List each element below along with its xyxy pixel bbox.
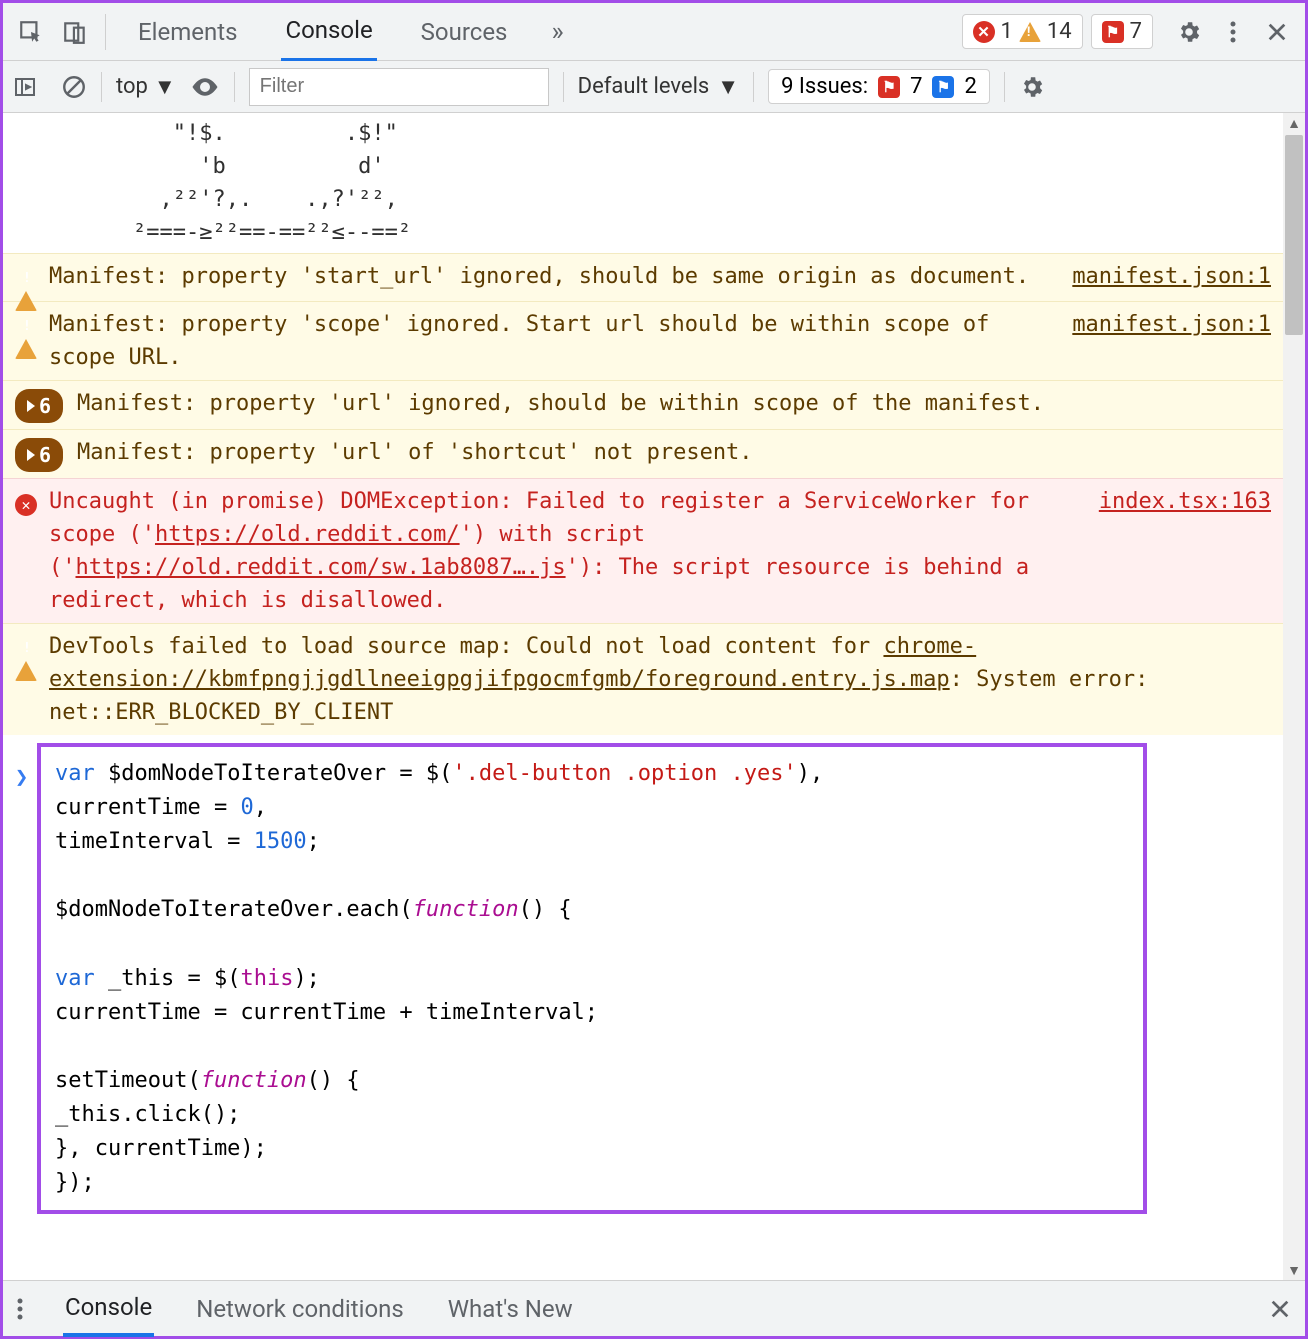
warning-icon <box>15 314 37 359</box>
error-icon: ⚑ <box>878 76 900 98</box>
console-input[interactable]: var $domNodeToIterateOver = $('.del-butt… <box>37 743 1147 1214</box>
console-row-warning[interactable]: DevTools failed to load source map: Coul… <box>3 623 1283 735</box>
chevron-down-icon: ▼ <box>717 74 739 100</box>
separator <box>234 72 235 102</box>
source-link[interactable]: manifest.json:1 <box>1072 260 1271 295</box>
expand-icon <box>27 400 35 412</box>
warning-icon <box>15 636 37 681</box>
expand-icon <box>27 449 35 461</box>
clear-console-icon[interactable] <box>61 74 87 100</box>
issues-label: 9 Issues: <box>781 74 868 99</box>
issues-badge[interactable]: 9 Issues: ⚑ 7 ⚑ 2 <box>768 69 990 104</box>
source-link[interactable]: index.tsx:163 <box>1099 485 1271 617</box>
issues-info-count: 2 <box>964 74 976 99</box>
context-label: top <box>116 74 148 99</box>
more-tabs-chevron-icon[interactable]: » <box>551 17 563 47</box>
warning-icon <box>15 266 37 311</box>
vertical-scrollbar[interactable]: ▲ ▼ <box>1283 113 1305 1280</box>
message-icon: ⚑ <box>1102 21 1124 43</box>
console-row-warning[interactable]: 6 Manifest: property 'url' of 'shortcut'… <box>3 429 1283 478</box>
drawer-close-icon[interactable] <box>1269 1298 1291 1320</box>
levels-label: Default levels <box>578 74 710 99</box>
drawer-tab-console[interactable]: Console <box>63 1281 154 1337</box>
message-text: Uncaught (in promise) DOMException: Fail… <box>49 485 1079 617</box>
console-messages[interactable]: "!$. .$!" 'b d' ,²²'?,. .,?'²², ²===-≥²²… <box>3 113 1283 1280</box>
message-text: DevTools failed to load source map: Coul… <box>49 630 1271 729</box>
log-levels-selector[interactable]: Default levels ▼ <box>578 74 739 100</box>
console-body: "!$. .$!" 'b d' ,²²'?,. .,?'²², ²===-≥²²… <box>3 113 1305 1280</box>
drawer-tabs: Console Network conditions What's New <box>3 1280 1305 1336</box>
separator <box>1004 72 1005 102</box>
console-row-warning[interactable]: Manifest: property 'scope' ignored. Star… <box>3 301 1283 380</box>
console-row-error[interactable]: ✕ Uncaught (in promise) DOMException: Fa… <box>3 478 1283 623</box>
console-toolbar: top ▼ Default levels ▼ 9 Issues: ⚑ 7 ⚑ 2 <box>3 61 1305 113</box>
scroll-thumb[interactable] <box>1285 135 1303 335</box>
drawer-tab-network-conditions[interactable]: Network conditions <box>194 1283 406 1335</box>
url-link[interactable]: https://old.reddit.com/ <box>155 522 460 547</box>
message-text: Manifest: property 'url' of 'shortcut' n… <box>77 436 1271 472</box>
issues-err-count: 7 <box>910 74 922 99</box>
settings-gear-icon[interactable] <box>1167 10 1211 54</box>
separator <box>563 72 564 102</box>
error-icon: ✕ <box>973 21 995 43</box>
live-expression-eye-icon[interactable] <box>190 72 220 102</box>
repeat-count-pill[interactable]: 6 <box>15 389 63 423</box>
info-icon: ⚑ <box>932 76 954 98</box>
error-icon: ✕ <box>15 494 37 516</box>
device-toggle-icon[interactable] <box>53 10 97 54</box>
filter-input[interactable] <box>249 68 549 106</box>
kebab-menu-icon[interactable] <box>1211 10 1255 54</box>
message-text: Manifest: property 'url' ignored, should… <box>77 387 1271 423</box>
panel-tabs: Elements Console Sources » <box>134 2 564 62</box>
console-settings-gear-icon[interactable] <box>1019 74 1045 100</box>
context-selector[interactable]: top ▼ <box>116 74 176 100</box>
separator <box>753 72 754 102</box>
separator <box>101 72 102 102</box>
sidebar-toggle-icon[interactable] <box>13 75 47 99</box>
tab-elements[interactable]: Elements <box>134 4 241 60</box>
user-msg-count: 7 <box>1130 19 1142 44</box>
drawer-tab-whats-new[interactable]: What's New <box>446 1283 575 1335</box>
warning-icon <box>1019 22 1041 42</box>
drawer-menu-icon[interactable] <box>17 1297 23 1321</box>
prompt-chevron-icon: ❯ <box>15 761 28 794</box>
ascii-art: "!$. .$!" 'b d' ,²²'?,. .,?'²², ²===-≥²²… <box>3 113 1283 253</box>
errors-warnings-badge[interactable]: ✕ 1 14 <box>962 14 1083 49</box>
warning-count: 14 <box>1047 19 1072 44</box>
source-link[interactable]: manifest.json:1 <box>1072 308 1271 374</box>
scroll-up-arrow-icon[interactable]: ▲ <box>1283 113 1305 133</box>
console-row-warning[interactable]: 6 Manifest: property 'url' ignored, shou… <box>3 380 1283 429</box>
repeat-count: 6 <box>39 391 51 421</box>
message-text: Manifest: property 'scope' ignored. Star… <box>49 308 1052 374</box>
tab-console[interactable]: Console <box>281 2 376 62</box>
message-text: Manifest: property 'start_url' ignored, … <box>49 260 1052 295</box>
url-link[interactable]: https://old.reddit.com/sw.1ab8087….js <box>76 555 566 580</box>
scroll-down-arrow-icon[interactable]: ▼ <box>1283 1260 1305 1280</box>
tab-sources[interactable]: Sources <box>417 4 512 60</box>
separator <box>105 14 106 50</box>
repeat-count-pill[interactable]: 6 <box>15 438 63 472</box>
user-messages-badge[interactable]: ⚑ 7 <box>1091 14 1153 49</box>
chevron-down-icon: ▼ <box>154 74 176 100</box>
error-count: 1 <box>1001 19 1013 44</box>
console-row-warning[interactable]: Manifest: property 'start_url' ignored, … <box>3 253 1283 301</box>
devtools-topbar: Elements Console Sources » ✕ 1 14 ⚑ 7 <box>3 3 1305 61</box>
repeat-count: 6 <box>39 440 51 470</box>
close-icon[interactable] <box>1255 10 1299 54</box>
inspect-icon[interactable] <box>9 10 53 54</box>
